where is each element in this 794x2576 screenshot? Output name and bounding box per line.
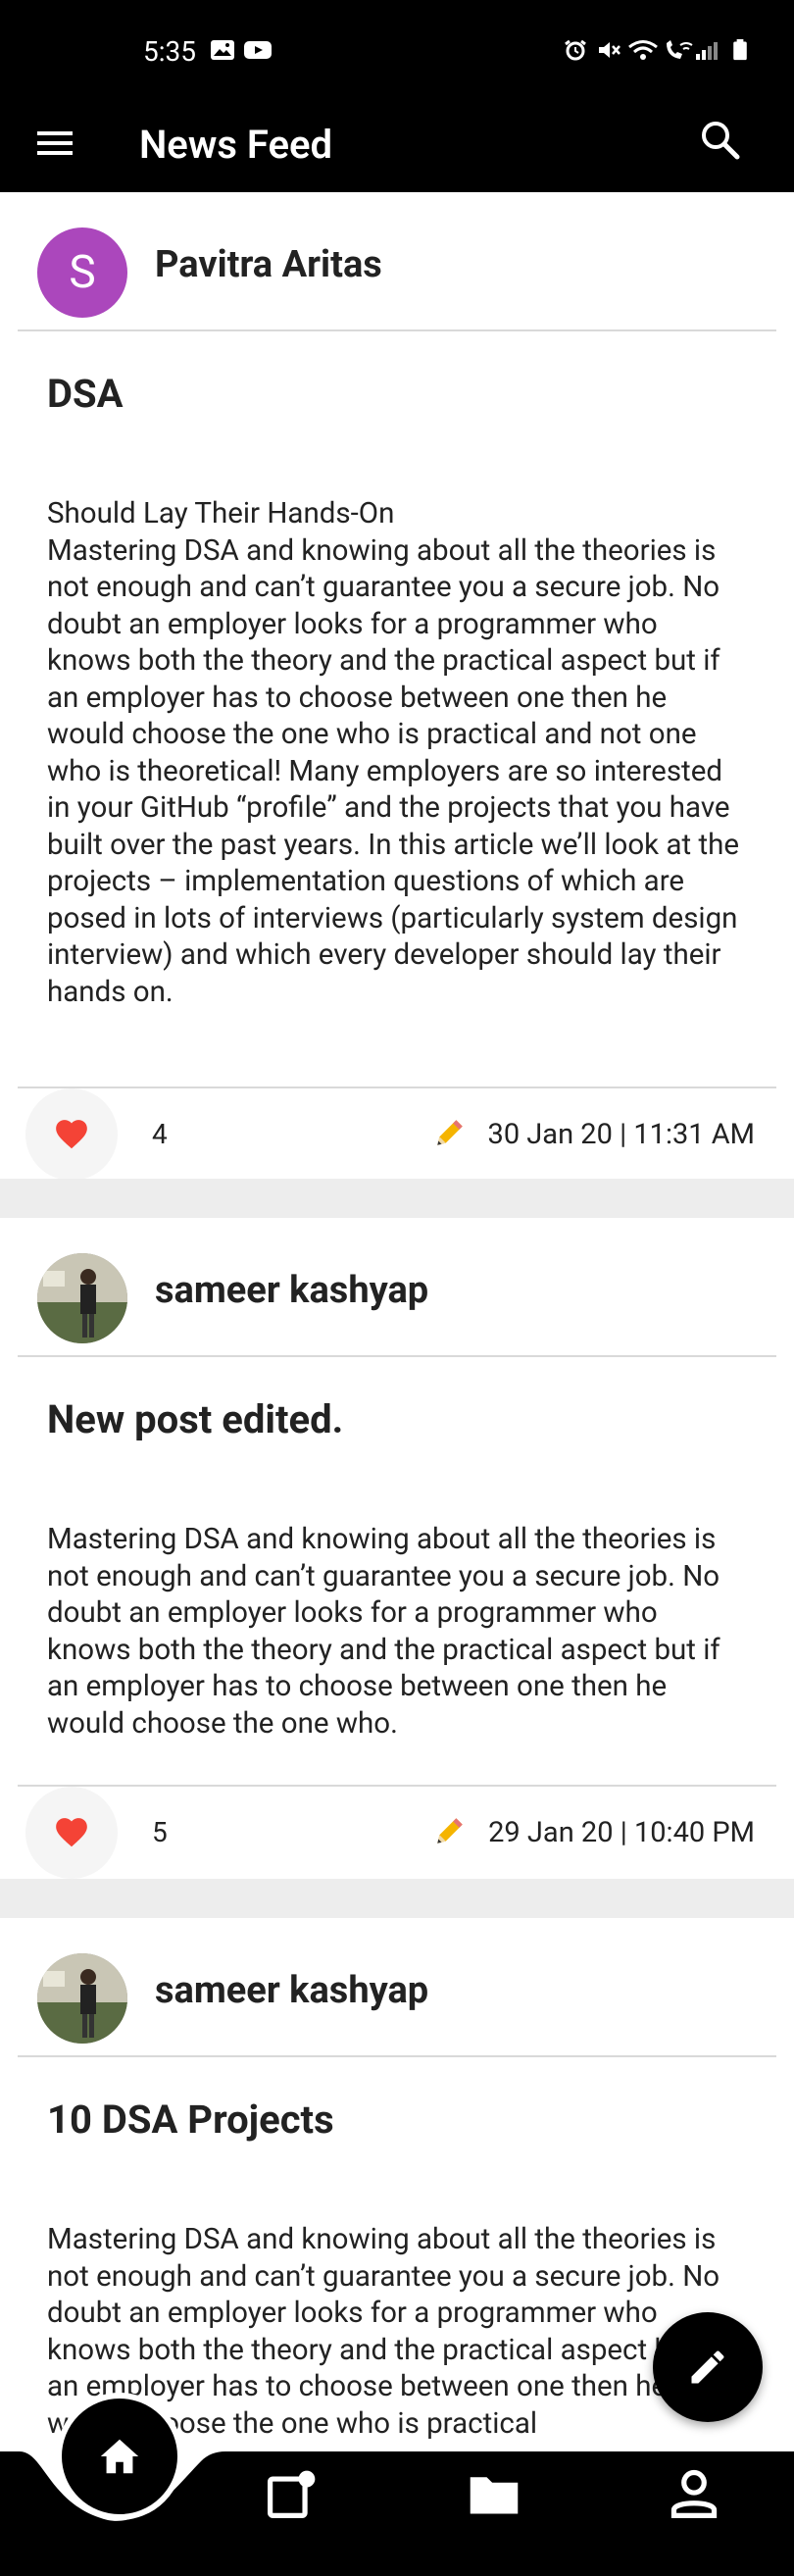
bottom-nav-folder[interactable] bbox=[467, 2466, 525, 2525]
like-button[interactable] bbox=[25, 1088, 118, 1181]
edit-pencil-icon bbox=[691, 2350, 724, 2384]
wifi-calling-icon bbox=[667, 40, 693, 59]
folder-icon bbox=[470, 2477, 519, 2514]
pencil-emoji-icon bbox=[437, 1120, 463, 1145]
card-separator bbox=[0, 1179, 794, 1218]
post-card[interactable]: sameer kashyap New post edited. Masterin… bbox=[0, 1218, 794, 1879]
post-title: New post edited. bbox=[47, 1396, 344, 1442]
person-icon bbox=[670, 2469, 718, 2519]
create-post-fab[interactable] bbox=[653, 2312, 763, 2422]
youtube-icon bbox=[244, 41, 272, 59]
search-icon[interactable] bbox=[696, 116, 743, 163]
post-body: Mastering DSA and knowing about all the … bbox=[47, 1523, 728, 1741]
wifi-icon bbox=[628, 40, 658, 60]
page-title: News Feed bbox=[139, 122, 333, 168]
bottom-nav-home[interactable] bbox=[56, 2393, 183, 2520]
alarm-icon bbox=[565, 39, 586, 61]
news-feed-list[interactable]: S Pavitra Aritas DSA Should Lay Their Ha… bbox=[0, 192, 794, 2452]
image-icon bbox=[211, 40, 234, 60]
like-count: 5 bbox=[152, 1816, 168, 1848]
post-divider bbox=[18, 1086, 776, 1088]
bottom-nav-profile[interactable] bbox=[667, 2466, 725, 2525]
heart-icon bbox=[56, 1818, 87, 1847]
home-icon bbox=[100, 2439, 139, 2474]
post-title: 10 DSA Projects bbox=[47, 2096, 334, 2143]
heart-icon bbox=[56, 1120, 87, 1149]
bottom-nav-new-post[interactable] bbox=[265, 2466, 323, 2525]
card-separator bbox=[0, 1879, 794, 1918]
status-bar: 5:35 bbox=[0, 0, 794, 108]
post-divider bbox=[18, 329, 776, 331]
mute-icon bbox=[599, 42, 620, 58]
new-post-icon bbox=[267, 2470, 316, 2519]
like-count: 4 bbox=[152, 1118, 168, 1150]
post-divider bbox=[18, 2055, 776, 2057]
status-time: 5:35 bbox=[143, 35, 196, 68]
avatar[interactable] bbox=[37, 1953, 127, 2044]
battery-icon bbox=[733, 39, 747, 61]
post-divider bbox=[18, 1785, 776, 1787]
like-button[interactable] bbox=[25, 1787, 118, 1879]
post-date: 29 Jan 20 | 10:40 PM bbox=[488, 1816, 755, 1849]
post-author[interactable]: sameer kashyap bbox=[155, 1969, 428, 2012]
menu-icon[interactable] bbox=[33, 122, 76, 165]
pencil-emoji-icon bbox=[437, 1818, 463, 1844]
post-card[interactable]: S Pavitra Aritas DSA Should Lay Their Ha… bbox=[0, 192, 794, 1181]
signal-icon bbox=[696, 42, 718, 60]
avatar-photo bbox=[37, 1253, 127, 1343]
avatar[interactable]: S bbox=[37, 227, 127, 318]
post-body: Should Lay Their Hands-On Mastering DSA … bbox=[47, 497, 739, 1009]
avatar-photo bbox=[37, 1953, 127, 2044]
app-bar: News Feed bbox=[0, 98, 794, 192]
avatar[interactable] bbox=[37, 1253, 127, 1343]
post-author[interactable]: sameer kashyap bbox=[155, 1269, 428, 1312]
post-author[interactable]: Pavitra Aritas bbox=[155, 243, 382, 286]
post-title: DSA bbox=[47, 371, 124, 417]
post-divider bbox=[18, 1355, 776, 1357]
post-date: 30 Jan 20 | 11:31 AM bbox=[487, 1118, 755, 1151]
